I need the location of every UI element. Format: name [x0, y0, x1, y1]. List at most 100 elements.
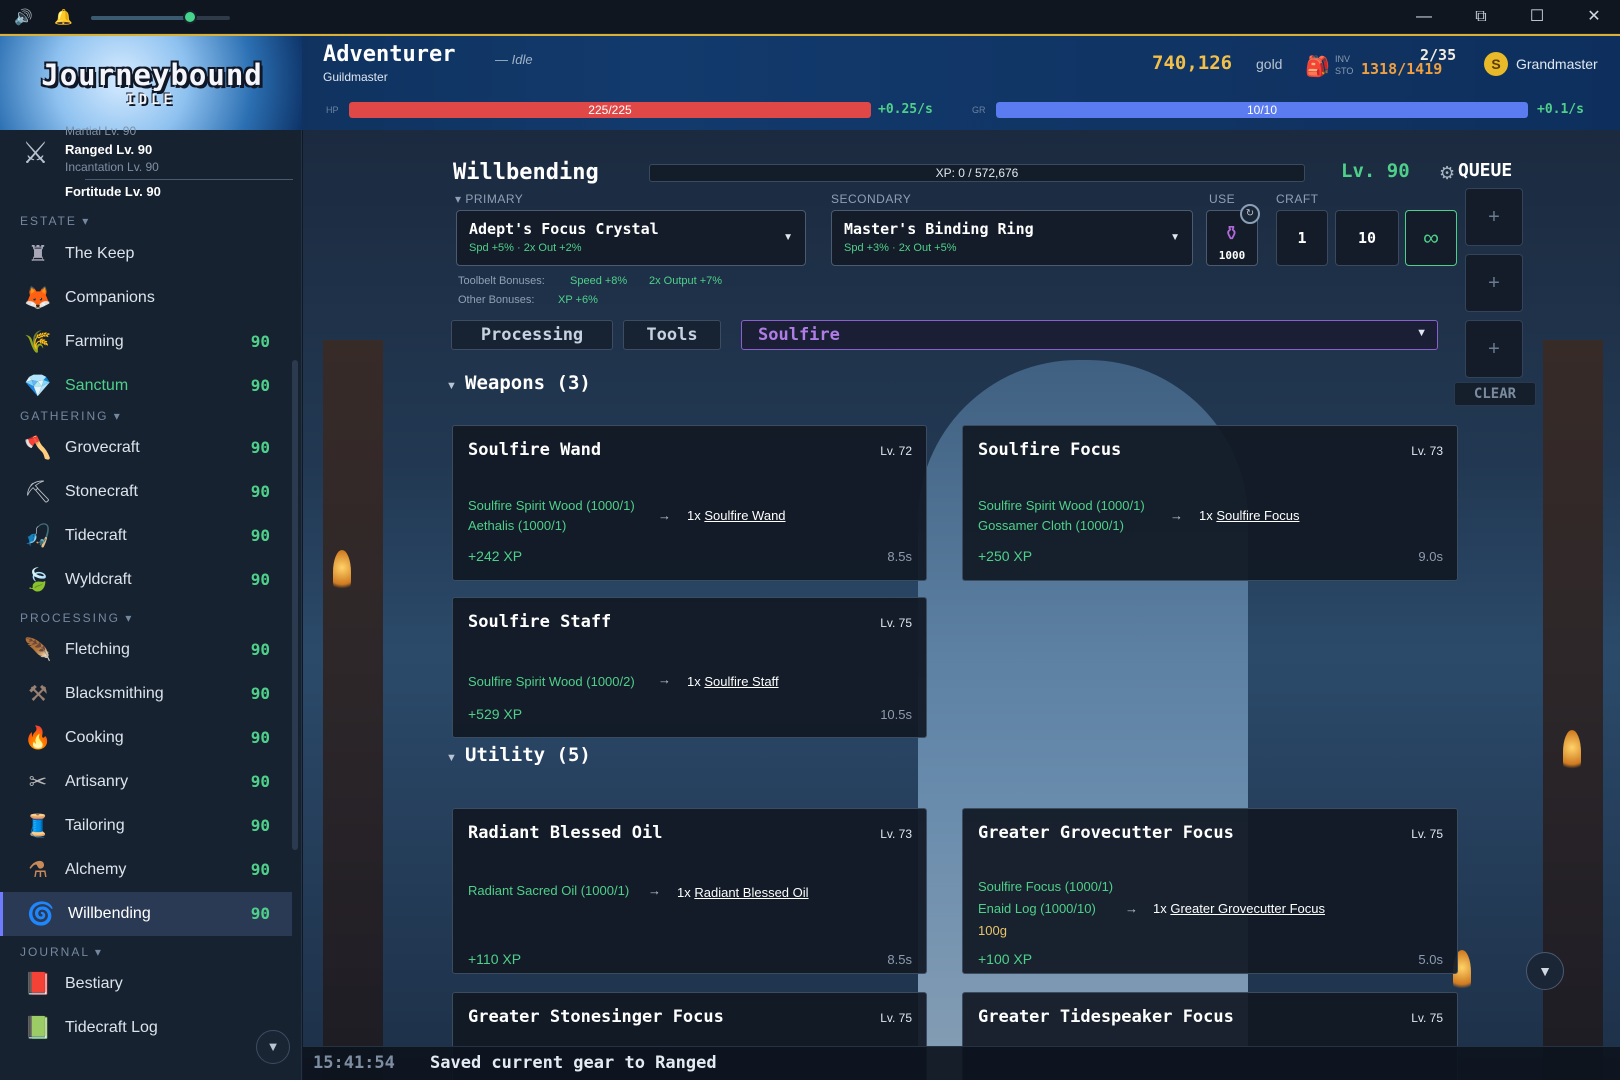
recipe-input: Gossamer Cloth (1000/1) — [978, 518, 1124, 533]
hp-bar: 225/225 — [349, 102, 871, 118]
recipe-output-name: Greater Grovecutter Focus — [1170, 901, 1325, 916]
hp-text: 225/225 — [588, 103, 632, 117]
section-processing[interactable]: PROCESSING ▾ — [20, 611, 133, 625]
recipe-gold-cost: 100g — [978, 923, 1007, 938]
sidebar-item-tidecraft[interactable]: 🎣 Tidecraft 90 — [0, 514, 292, 558]
sidebar-item-tailoring[interactable]: 🧵 Tailoring 90 — [0, 804, 292, 848]
recipe-card[interactable]: Soulfire Wand Lv. 72 Soulfire Spirit Woo… — [452, 425, 927, 581]
sidebar-item-level: 90 — [250, 904, 270, 923]
skill-level: Lv. 90 — [1341, 160, 1410, 182]
sidebar-item-level: 90 — [250, 728, 270, 747]
tab-tools[interactable]: Tools — [623, 320, 721, 350]
title-bar: 🔊 🔔 — ⧉ ☐ ✕ — [0, 0, 1620, 34]
speaker-icon[interactable]: 🔊 — [14, 8, 33, 26]
fox-icon: 🦊 — [24, 285, 52, 310]
sidebar-scrollbar[interactable] — [292, 360, 298, 850]
sidebar-item-farming[interactable]: 🌾 Farming 90 — [0, 320, 292, 364]
recipe-card[interactable]: Radiant Blessed Oil Lv. 73 Radiant Sacre… — [452, 808, 927, 974]
sidebar-item-blacksmithing[interactable]: ⚒ Blacksmithing 90 — [0, 672, 292, 716]
sidebar-item-tidecraft-log[interactable]: 📗 Tidecraft Log — [0, 1006, 292, 1050]
sidebar-item-companions[interactable]: 🦊 Companions — [0, 276, 292, 320]
log-timestamp: 15:41:54 — [313, 1053, 395, 1073]
vortex-icon: 🌀 — [27, 901, 55, 926]
sidebar-item-willbending[interactable]: 🌀 Willbending 90 — [0, 892, 292, 936]
recipe-output[interactable]: 1x Radiant Blessed Oil — [677, 885, 809, 900]
xp-bar: XP: 0 / 572,676 — [649, 164, 1305, 182]
recipe-output[interactable]: 1x Greater Grovecutter Focus — [1153, 901, 1325, 916]
logo-subtitle: IDLE — [126, 92, 176, 108]
section-journal[interactable]: JOURNAL ▾ — [20, 945, 103, 959]
axe-icon: 🪓 — [24, 435, 52, 460]
category-select[interactable]: Soulfire ▼ — [741, 320, 1438, 350]
close-button[interactable]: ✕ — [1574, 4, 1614, 30]
feather-icon: 🪶 — [24, 637, 52, 662]
sidebar-item-label: Farming — [65, 333, 124, 350]
queue-slot[interactable]: + — [1465, 188, 1523, 246]
main-panel: Willbending XP: 0 / 572,676 Lv. 90 ⚙ ▾ P… — [303, 130, 1620, 1080]
torch-flame — [333, 550, 351, 594]
recipe-output[interactable]: 1x Soulfire Staff — [687, 674, 779, 689]
bell-icon[interactable]: 🔔 — [54, 8, 73, 26]
craft-10-button[interactable]: 10 — [1335, 210, 1399, 266]
sidebar-scroll-down-button[interactable]: ▼ — [256, 1030, 290, 1064]
other-xp-bonus: XP +6% — [558, 294, 598, 306]
recipe-level: Lv. 75 — [880, 616, 912, 630]
minimize-button[interactable]: — — [1404, 4, 1444, 30]
sidebar-item-alchemy[interactable]: ⚗ Alchemy 90 — [0, 848, 292, 892]
secondary-gear-select[interactable]: Master's Binding Ring Spd +3% · 2x Out +… — [831, 210, 1193, 266]
sidebar-item-the-keep[interactable]: ♜ The Keep — [0, 232, 292, 276]
sidebar-item-fletching[interactable]: 🪶 Fletching 90 — [0, 628, 292, 672]
sidebar-item-bestiary[interactable]: 📕 Bestiary — [0, 962, 292, 1006]
craft-1-button[interactable]: 1 — [1276, 210, 1328, 266]
sidebar-item-wyldcraft[interactable]: 🍃 Wyldcraft 90 — [0, 558, 292, 602]
backpack-icon[interactable]: 🎒 — [1305, 54, 1330, 79]
group-header-utility[interactable]: Utility (5) — [465, 744, 591, 766]
recipe-name: Radiant Blessed Oil — [468, 823, 663, 843]
leaf-icon: 🍃 — [24, 567, 52, 592]
craft-infinite-button[interactable]: ∞ — [1405, 210, 1457, 266]
sidebar-item-stonecraft[interactable]: ⛏ Stonecraft 90 — [0, 470, 292, 514]
sidebar-item-artisanry[interactable]: ✂ Artisanry 90 — [0, 760, 292, 804]
queue-clear-button[interactable]: CLEAR — [1454, 382, 1536, 406]
recipe-card[interactable]: Soulfire Focus Lv. 73 Soulfire Spirit Wo… — [962, 425, 1458, 581]
sidebar-item-sanctum[interactable]: 💎 Sanctum 90 — [0, 364, 292, 408]
chevron-down-icon: ▼ — [1416, 327, 1427, 339]
queue-title: QUEUE — [1458, 160, 1513, 181]
sidebar-item-level: 90 — [250, 332, 270, 351]
castle-icon: ♜ — [28, 241, 48, 266]
arrow-right-icon: → — [1125, 901, 1138, 916]
sidebar-item-cooking[interactable]: 🔥 Cooking 90 — [0, 716, 292, 760]
game-logo: Journeybound IDLE — [0, 36, 302, 132]
recipe-output-name: Radiant Blessed Oil — [694, 885, 809, 900]
volume-slider[interactable] — [91, 16, 230, 20]
section-gathering[interactable]: GATHERING ▾ — [20, 409, 122, 423]
loadout-summary[interactable]: ⚔ Martial Lv. 90 Ranged Lv. 90 Incantati… — [20, 124, 293, 200]
volume-knob[interactable] — [183, 10, 197, 24]
restore-button[interactable]: ⧉ — [1461, 4, 1501, 30]
recipe-card[interactable]: Greater Grovecutter Focus Lv. 75 Soulfir… — [962, 808, 1458, 974]
gear-icon[interactable]: ⚙ — [1439, 163, 1455, 184]
primary-gear-select[interactable]: Adept's Focus Crystal Spd +5% · 2x Out +… — [456, 210, 806, 266]
sidebar-item-label: Sanctum — [65, 377, 129, 394]
group-header-weapons[interactable]: Weapons (3) — [465, 372, 591, 394]
character-name: Adventurer — [323, 42, 456, 67]
loadout-martial: Martial Lv. 90 — [65, 124, 137, 138]
collapse-utility-icon[interactable]: ▼ — [446, 752, 457, 764]
tab-processing[interactable]: Processing — [451, 320, 613, 350]
recipe-card[interactable]: Soulfire Staff Lv. 75 Soulfire Spirit Wo… — [452, 597, 927, 738]
sidebar-item-label: Tailoring — [65, 817, 125, 834]
chevron-down-icon: ▼ — [783, 232, 793, 243]
refresh-icon[interactable]: ↻ — [1240, 204, 1260, 224]
maximize-button[interactable]: ☐ — [1517, 4, 1557, 30]
mortar-icon: ⚗ — [28, 857, 48, 882]
inv-label: INV — [1335, 54, 1351, 64]
collapse-weapons-icon[interactable]: ▼ — [446, 380, 457, 392]
recipe-output[interactable]: 1x Soulfire Focus — [1199, 508, 1299, 523]
scroll-down-button[interactable]: ▼ — [1526, 952, 1564, 990]
section-estate[interactable]: ESTATE ▾ — [20, 214, 90, 228]
recipe-output[interactable]: 1x Soulfire Wand — [687, 508, 786, 523]
queue-slot[interactable]: + — [1465, 254, 1523, 312]
queue-slot[interactable]: + — [1465, 320, 1523, 378]
sidebar-item-grovecraft[interactable]: 🪓 Grovecraft 90 — [0, 426, 292, 470]
sidebar-item-level: 90 — [250, 816, 270, 835]
